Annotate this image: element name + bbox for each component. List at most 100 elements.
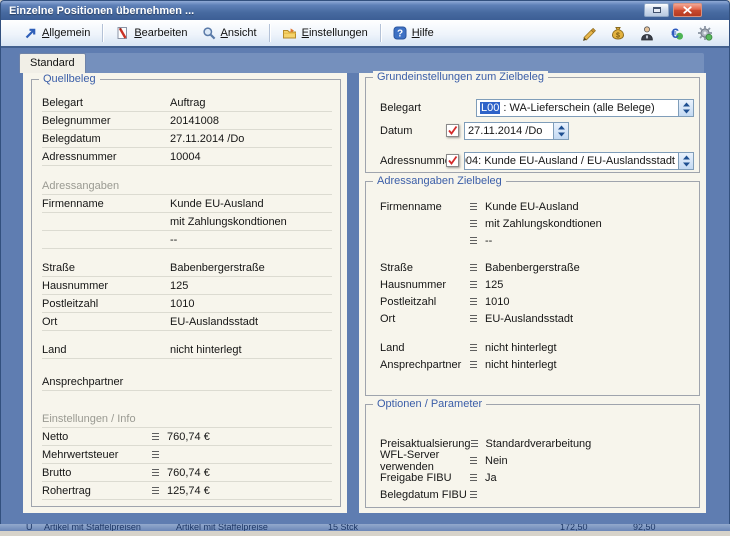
field-row-ansprechpartner: Ansprechpartner nicht hinterlegt <box>366 356 699 373</box>
field-row-land: Land nicht hinterlegt <box>42 341 332 359</box>
groupbox-adressangaben-zielbeleg: Adressangaben Zielbeleg Firmenname Kunde… <box>365 181 700 396</box>
svg-text:$: $ <box>616 33 620 40</box>
background-cell: Artikel mit Staffelpreisen <box>44 524 141 531</box>
menu-bearbeiten-label: Bearbeiten <box>134 27 187 39</box>
folder-icon <box>282 26 297 40</box>
groupbox-grundeinstellungen-title: Grundeinstellungen zum Zielbeleg <box>373 71 548 84</box>
magnifier-icon <box>202 26 216 40</box>
person-button[interactable] <box>639 25 655 41</box>
field-value: Auftrag <box>170 97 332 109</box>
menu-ansicht[interactable]: Ansicht <box>195 23 264 43</box>
equals-marker-icon <box>470 220 477 227</box>
field-value: Nein <box>485 455 508 467</box>
field-row-rohertrag: Rohertrag 125,74 € <box>42 482 332 500</box>
restore-button[interactable] <box>644 3 669 17</box>
red-check-icon <box>447 125 458 136</box>
adressnummer-checkbox[interactable] <box>446 154 459 167</box>
field-value: nicht hinterlegt <box>485 359 557 371</box>
pen-button[interactable] <box>581 25 597 41</box>
field-row-postleitzahl: Postleitzahl 1010 <box>366 293 699 310</box>
field-row-firmenname3: -- <box>42 231 332 249</box>
field-value: EU-Auslandsstadt <box>485 313 573 325</box>
background-cell: Artikel mit Staffelpreise <box>176 524 268 531</box>
field-label: Ansprechpartner <box>42 376 170 388</box>
adressnummer-spinner[interactable] <box>678 153 693 169</box>
field-value: Babenbergerstraße <box>485 262 580 274</box>
field-label: Postleitzahl <box>42 298 170 310</box>
field-row-land: Land nicht hinterlegt <box>366 339 699 356</box>
gear-icon <box>697 25 713 41</box>
field-label: Straße <box>42 262 170 274</box>
equals-marker-icon <box>470 361 477 368</box>
equals-marker-icon <box>470 264 477 271</box>
field-label: Land <box>42 344 170 356</box>
datum-spinner[interactable] <box>553 123 568 139</box>
field-label: Rohertrag <box>42 485 152 497</box>
field-value: EU-Auslandsstadt <box>170 316 332 328</box>
field-label: Belegdatum FIBU <box>380 489 470 501</box>
equals-marker-icon <box>152 469 159 476</box>
field-label: Belegart <box>42 97 170 109</box>
section-einstellungen-info: Einstellungen / Info <box>42 411 332 428</box>
settings-button[interactable] <box>697 25 713 41</box>
adressnummer-input[interactable]: 10004: Kunde EU-Ausland / EU-Auslandssta… <box>464 152 694 170</box>
field-row-belegdatum: Belegdatum 27.11.2014 /Do <box>42 130 332 148</box>
field-value: mit Zahlungskondtionen <box>485 218 602 230</box>
pane-quellbeleg: Quellbeleg Belegart Auftrag Belegnummer … <box>23 73 347 513</box>
toolbar: $ € <box>581 20 713 46</box>
field-value: 27.11.2014 /Do <box>170 133 332 145</box>
field-row-brutto: Brutto 760,74 € <box>42 464 332 482</box>
menu-bearbeiten[interactable]: Bearbeiten <box>108 23 194 43</box>
background-cell: 15 Stck <box>328 524 358 531</box>
field-value: Standardverarbeitung <box>486 438 592 450</box>
menu-separator <box>102 24 103 42</box>
field-value: Kunde EU-Ausland <box>170 198 332 210</box>
equals-marker-icon <box>470 281 477 288</box>
field-label: Mehrwertsteuer <box>42 449 152 461</box>
field-value: 125,74 € <box>167 485 332 497</box>
field-row-belegdatum-fibu: Belegdatum FIBU <box>366 486 699 503</box>
dialog-window: Einzelne Positionen übernehmen ... Allge… <box>0 0 730 524</box>
datum-checkbox[interactable] <box>446 124 459 137</box>
spinner-arrows-icon <box>557 125 566 137</box>
belegart-combobox[interactable]: L00 : WA-Lieferschein (alle Belege) <box>476 99 694 117</box>
field-row-strasse: Straße Babenbergerstraße <box>366 259 699 276</box>
pane-zielbeleg: Grundeinstellungen zum Zielbeleg Belegar… <box>359 73 706 513</box>
field-label: Land <box>380 342 470 354</box>
person-icon <box>639 25 655 41</box>
field-label: Straße <box>380 262 470 274</box>
money-bag-button[interactable]: $ <box>610 25 626 41</box>
menu-allgemein[interactable]: Allgemein <box>17 24 97 43</box>
equals-marker-icon <box>152 487 159 494</box>
pen-icon <box>581 25 597 41</box>
field-row-strasse: Straße Babenbergerstraße <box>42 259 332 277</box>
menu-allgemein-label: Allgemein <box>42 27 90 39</box>
menu-einstellungen[interactable]: Einstellungen <box>275 23 375 43</box>
equals-marker-icon <box>470 344 477 351</box>
adressnummer-label: Adressnummer <box>380 155 455 167</box>
field-label: Freigabe FIBU <box>380 472 470 484</box>
background-cell: 92,50 <box>633 524 656 531</box>
close-button[interactable] <box>673 3 702 17</box>
belegart-spinner[interactable] <box>678 100 693 116</box>
field-value: Ja <box>485 472 497 484</box>
menu-hilfe[interactable]: ? Hilfe <box>386 23 441 43</box>
field-label: Belegnummer <box>42 115 170 127</box>
groupbox-grundeinstellungen: Grundeinstellungen zum Zielbeleg Belegar… <box>365 77 700 173</box>
field-value: 1010 <box>170 298 332 310</box>
datum-input[interactable]: 27.11.2014 /Do <box>464 122 569 140</box>
field-label: Hausnummer <box>42 280 170 292</box>
svg-text:?: ? <box>397 29 403 40</box>
belegart-description: : WA-Lieferschein (alle Belege) <box>503 102 654 114</box>
euro-icon: € <box>668 25 684 41</box>
field-row-ansprechpartner: Ansprechpartner <box>42 373 332 391</box>
euro-button[interactable]: € <box>668 25 684 41</box>
field-value: 20141008 <box>170 115 332 127</box>
field-label: Hausnummer <box>380 279 470 291</box>
field-label: WFL-Server verwenden <box>380 449 470 473</box>
groupbox-optionen-parameter: Optionen / Parameter Preisaktualsierung … <box>365 404 700 508</box>
equals-marker-icon <box>470 491 477 498</box>
field-row-postleitzahl: Postleitzahl 1010 <box>42 295 332 313</box>
field-value: Babenbergerstraße <box>170 262 332 274</box>
tab-standard[interactable]: Standard <box>19 53 86 73</box>
